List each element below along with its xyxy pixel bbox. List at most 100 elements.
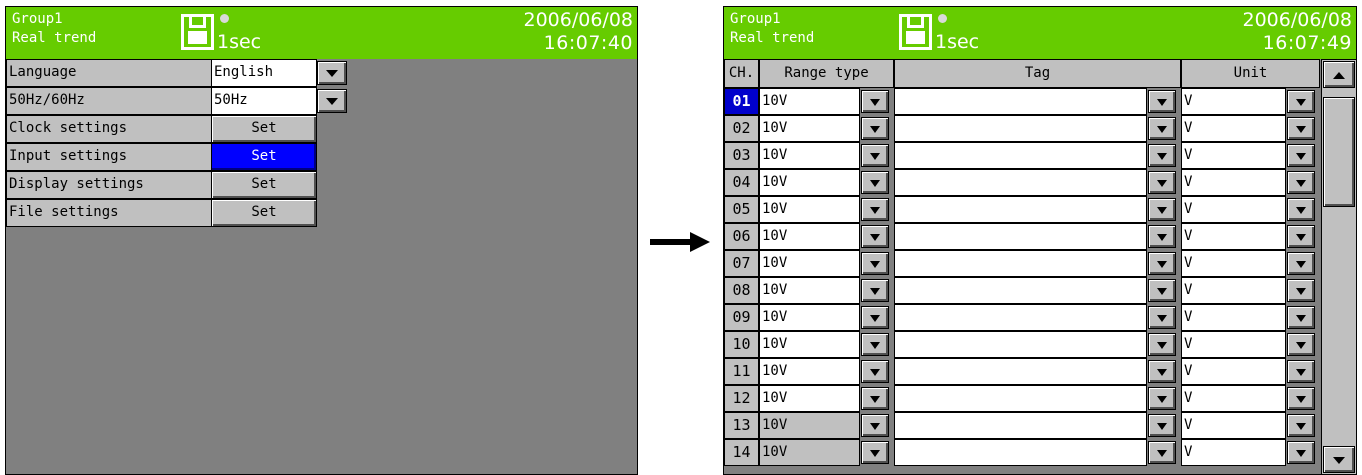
scroll-down-button[interactable] (1323, 446, 1355, 473)
dropdown-button[interactable] (1287, 198, 1315, 221)
scroll-up-button[interactable] (1323, 61, 1355, 88)
tag-select[interactable] (894, 142, 1147, 169)
range-type-select[interactable]: 10V (759, 304, 860, 331)
tag-select[interactable] (894, 169, 1147, 196)
dropdown-button[interactable] (861, 144, 889, 167)
range-type-select[interactable]: 10V (759, 277, 860, 304)
tag-select[interactable] (894, 115, 1147, 142)
dropdown-button[interactable] (1148, 144, 1176, 167)
unit-select[interactable]: V (1181, 439, 1286, 466)
dropdown-button[interactable] (1287, 414, 1315, 437)
channel-number[interactable]: 03 (724, 142, 759, 169)
dropdown-button[interactable] (1148, 441, 1176, 464)
dropdown-button[interactable] (1148, 252, 1176, 275)
tag-select[interactable] (894, 385, 1147, 412)
unit-select[interactable]: V (1181, 385, 1286, 412)
vertical-scrollbar[interactable] (1321, 59, 1356, 474)
unit-select[interactable]: V (1181, 331, 1286, 358)
dropdown-button[interactable] (1287, 279, 1315, 302)
dropdown-button[interactable] (1287, 360, 1315, 383)
unit-select[interactable]: V (1181, 277, 1286, 304)
frequency-dropdown-button[interactable] (317, 89, 347, 113)
dropdown-button[interactable] (861, 252, 889, 275)
unit-select[interactable]: V (1181, 142, 1286, 169)
channel-number[interactable]: 08 (724, 277, 759, 304)
channel-number[interactable]: 13 (724, 412, 759, 439)
dropdown-button[interactable] (1287, 171, 1315, 194)
dropdown-button[interactable] (1287, 387, 1315, 410)
input-settings-button[interactable]: Set (211, 143, 317, 171)
channel-number[interactable]: 12 (724, 385, 759, 412)
tag-select[interactable] (894, 358, 1147, 385)
dropdown-button[interactable] (1287, 225, 1315, 248)
channel-number[interactable]: 09 (724, 304, 759, 331)
frequency-select[interactable]: 50Hz (211, 87, 317, 115)
tag-select[interactable] (894, 250, 1147, 277)
dropdown-button[interactable] (1148, 225, 1176, 248)
dropdown-button[interactable] (1287, 144, 1315, 167)
unit-select[interactable]: V (1181, 304, 1286, 331)
channel-number[interactable]: 10 (724, 331, 759, 358)
language-select[interactable]: English (211, 59, 317, 87)
channel-number[interactable]: 01 (724, 88, 759, 115)
channel-number[interactable]: 04 (724, 169, 759, 196)
dropdown-button[interactable] (1287, 306, 1315, 329)
unit-select[interactable]: V (1181, 358, 1286, 385)
display-settings-button[interactable]: Set (211, 171, 317, 199)
range-type-select[interactable]: 10V (759, 412, 860, 439)
file-settings-button[interactable]: Set (211, 199, 317, 227)
dropdown-button[interactable] (1287, 117, 1315, 140)
dropdown-button[interactable] (1148, 414, 1176, 437)
scroll-thumb[interactable] (1323, 97, 1355, 207)
channel-number[interactable]: 14 (724, 439, 759, 466)
range-type-select[interactable]: 10V (759, 250, 860, 277)
channel-number[interactable]: 11 (724, 358, 759, 385)
dropdown-button[interactable] (1287, 441, 1315, 464)
dropdown-button[interactable] (861, 90, 889, 113)
unit-select[interactable]: V (1181, 169, 1286, 196)
unit-select[interactable]: V (1181, 223, 1286, 250)
channel-number[interactable]: 06 (724, 223, 759, 250)
dropdown-button[interactable] (861, 333, 889, 356)
dropdown-button[interactable] (1148, 360, 1176, 383)
dropdown-button[interactable] (1148, 279, 1176, 302)
range-type-select[interactable]: 10V (759, 142, 860, 169)
unit-select[interactable]: V (1181, 412, 1286, 439)
channel-number[interactable]: 02 (724, 115, 759, 142)
range-type-select[interactable]: 10V (759, 196, 860, 223)
tag-select[interactable] (894, 88, 1147, 115)
dropdown-button[interactable] (861, 306, 889, 329)
dropdown-button[interactable] (1287, 90, 1315, 113)
dropdown-button[interactable] (1148, 198, 1176, 221)
tag-select[interactable] (894, 196, 1147, 223)
range-type-select[interactable]: 10V (759, 88, 860, 115)
dropdown-button[interactable] (861, 279, 889, 302)
dropdown-button[interactable] (1148, 333, 1176, 356)
dropdown-button[interactable] (1148, 171, 1176, 194)
unit-select[interactable]: V (1181, 88, 1286, 115)
dropdown-button[interactable] (1148, 90, 1176, 113)
dropdown-button[interactable] (1287, 252, 1315, 275)
dropdown-button[interactable] (861, 414, 889, 437)
dropdown-button[interactable] (1148, 117, 1176, 140)
range-type-select[interactable]: 10V (759, 115, 860, 142)
channel-number[interactable]: 07 (724, 250, 759, 277)
tag-select[interactable] (894, 439, 1147, 466)
range-type-select[interactable]: 10V (759, 385, 860, 412)
unit-select[interactable]: V (1181, 115, 1286, 142)
language-dropdown-button[interactable] (317, 61, 347, 85)
dropdown-button[interactable] (1287, 333, 1315, 356)
dropdown-button[interactable] (861, 441, 889, 464)
dropdown-button[interactable] (861, 225, 889, 248)
channel-number[interactable]: 05 (724, 196, 759, 223)
tag-select[interactable] (894, 277, 1147, 304)
dropdown-button[interactable] (1148, 306, 1176, 329)
tag-select[interactable] (894, 223, 1147, 250)
tag-select[interactable] (894, 304, 1147, 331)
clock-settings-button[interactable]: Set (211, 115, 317, 143)
range-type-select[interactable]: 10V (759, 439, 860, 466)
dropdown-button[interactable] (861, 360, 889, 383)
dropdown-button[interactable] (861, 171, 889, 194)
dropdown-button[interactable] (861, 117, 889, 140)
dropdown-button[interactable] (861, 198, 889, 221)
